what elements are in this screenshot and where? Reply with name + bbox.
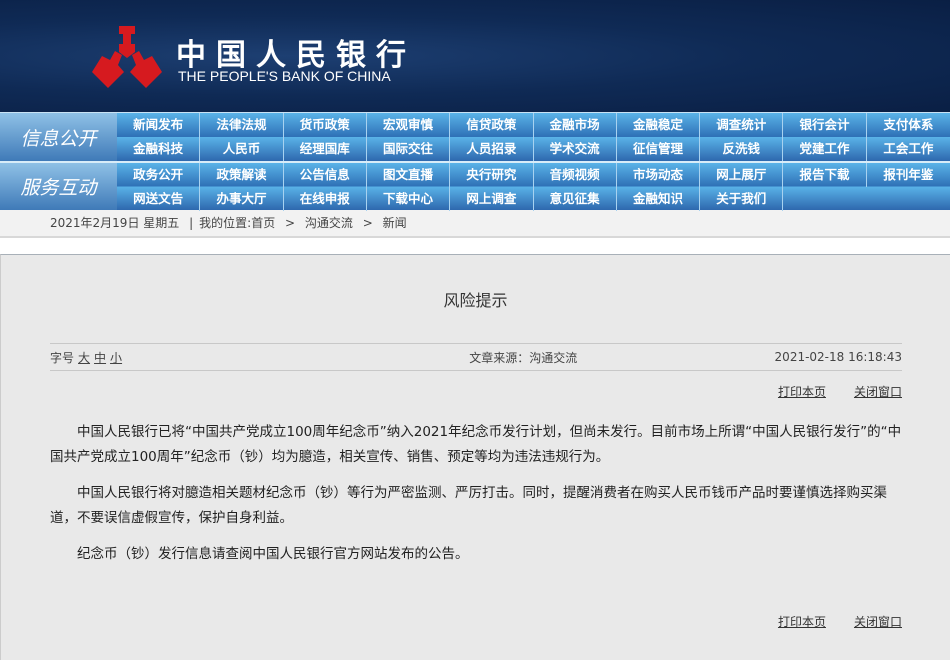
nav-item[interactable]: 法律法规 [200, 113, 284, 137]
article-body: 中国人民银行已将“中国共产党成立100周年纪念币”纳入2021年纪念币发行计划，… [1, 400, 950, 567]
nav-item[interactable]: 人民币 [200, 137, 284, 161]
breadcrumb: 2021年2月19日 星期五 | 我的位置:首页 > 沟通交流 > 新闻 [0, 210, 950, 238]
nav-item [783, 187, 866, 211]
nav-item[interactable]: 经理国库 [284, 137, 367, 161]
nav-item [867, 187, 950, 211]
breadcrumb-communication[interactable]: 沟通交流 [305, 216, 353, 230]
chevron-right-icon: > [362, 216, 373, 230]
nav-item[interactable]: 报告下载 [783, 163, 867, 187]
close-window-link[interactable]: 关闭窗口 [854, 385, 902, 399]
nav-item[interactable]: 征信管理 [617, 137, 701, 161]
nav-item[interactable]: 关于我们 [700, 187, 784, 211]
nav-item[interactable]: 反洗钱 [700, 137, 784, 161]
nav-item[interactable]: 党建工作 [783, 137, 867, 161]
nav-info-disclosure: 信息公开 新闻发布 法律法规 货币政策 宏观审慎 信贷政策 金融市场 金融稳定 调查统计 银行会… [0, 112, 950, 161]
nav-item[interactable]: 央行研究 [450, 163, 534, 187]
article-panel: 风险提示 字号大中小 文章来源：沟通交流 2021-02-18 16:18:43… [0, 254, 950, 660]
article-meta: 字号大中小 文章来源：沟通交流 2021-02-18 16:18:43 [50, 343, 902, 371]
font-size-label: 字号 [50, 350, 75, 365]
nav-item[interactable]: 政策解读 [200, 163, 284, 187]
nav-item[interactable]: 银行会计 [783, 113, 867, 137]
nav-item[interactable]: 意见征集 [534, 187, 617, 211]
nav-item[interactable]: 人员招录 [450, 137, 534, 161]
nav-item[interactable]: 市场动态 [617, 163, 701, 187]
nav-item[interactable]: 下载中心 [367, 187, 451, 211]
nav-item[interactable]: 调查统计 [700, 113, 784, 137]
nav-item[interactable]: 货币政策 [284, 113, 367, 137]
nav-group-label: 信息公开 [0, 113, 117, 161]
breadcrumb-home[interactable]: 首页 [251, 216, 275, 230]
nav-item[interactable]: 金融市场 [534, 113, 617, 137]
nav-item[interactable]: 金融科技 [117, 137, 201, 161]
article-source: 文章来源：沟通交流 [469, 350, 578, 365]
nav-item[interactable]: 国际交往 [367, 137, 451, 161]
nav-item[interactable]: 金融知识 [617, 187, 701, 211]
site-title-en: THE PEOPLE'S BANK OF CHINA [178, 68, 391, 84]
breadcrumb-news[interactable]: 新闻 [383, 216, 407, 230]
site-header: 中国人民银行 THE PEOPLE'S BANK OF CHINA [0, 0, 950, 112]
print-link-bottom[interactable]: 打印本页 [778, 615, 826, 629]
paragraph: 中国人民银行已将“中国共产党成立100周年纪念币”纳入2021年纪念币发行计划，… [50, 424, 902, 465]
close-window-link-bottom[interactable]: 关闭窗口 [854, 615, 902, 629]
nav-item[interactable]: 在线申报 [284, 187, 367, 211]
nav-links: 政务公开 政策解读 公告信息 图文直播 央行研究 音频视频 市场动态 网上展厅 报告下载 报刊年鉴… [117, 163, 950, 211]
nav-item[interactable]: 报刊年鉴 [867, 163, 950, 187]
nav-item[interactable]: 信贷政策 [450, 113, 534, 137]
nav-item[interactable]: 支付体系 [867, 113, 950, 137]
nav-item[interactable]: 工会工作 [867, 137, 950, 161]
article-title: 风险提示 [443, 291, 508, 310]
paragraph: 纪念币（钞）发行信息请查阅中国人民银行官方网站发布的公告。 [77, 546, 469, 562]
nav-service-interaction: 服务互动 政务公开 政策解读 公告信息 图文直播 央行研究 音频视频 市场动态 网上展厅 报告下… [0, 161, 950, 211]
nav-item[interactable]: 音频视频 [534, 163, 617, 187]
current-date: 2021年2月19日 星期五 [50, 216, 180, 230]
chevron-right-icon: > [285, 216, 296, 230]
separator: | [189, 216, 194, 230]
nav-item[interactable]: 网上展厅 [700, 163, 784, 187]
nav-item[interactable]: 宏观审慎 [367, 113, 451, 137]
nav-item[interactable]: 图文直播 [367, 163, 451, 187]
nav-item[interactable]: 公告信息 [284, 163, 367, 187]
font-size-small[interactable]: 小 [110, 351, 122, 365]
nav-item[interactable]: 政务公开 [117, 163, 201, 187]
font-size-medium[interactable]: 中 [94, 351, 106, 365]
nav-item[interactable]: 金融稳定 [617, 113, 701, 137]
nav-item[interactable]: 办事大厅 [200, 187, 284, 211]
pboc-logo-icon [92, 26, 162, 88]
location-label: 我的位置: [199, 216, 252, 230]
font-size-large[interactable]: 大 [78, 351, 90, 365]
print-link[interactable]: 打印本页 [778, 385, 826, 399]
paragraph: 中国人民银行将对臆造相关题材纪念币（钞）等行为严密监测、严厉打击。同时，提醒消费… [50, 485, 887, 526]
nav-item[interactable]: 网上调查 [450, 187, 534, 211]
nav-group-label: 服务互动 [0, 163, 117, 210]
nav-item[interactable]: 学术交流 [534, 137, 617, 161]
article-datetime: 2021-02-18 16:18:43 [774, 350, 902, 364]
nav-item[interactable]: 新闻发布 [117, 113, 201, 137]
nav-links: 新闻发布 法律法规 货币政策 宏观审慎 信贷政策 金融市场 金融稳定 调查统计 银行会计 支付体系… [117, 113, 950, 161]
nav-item[interactable]: 网送文告 [117, 187, 201, 211]
